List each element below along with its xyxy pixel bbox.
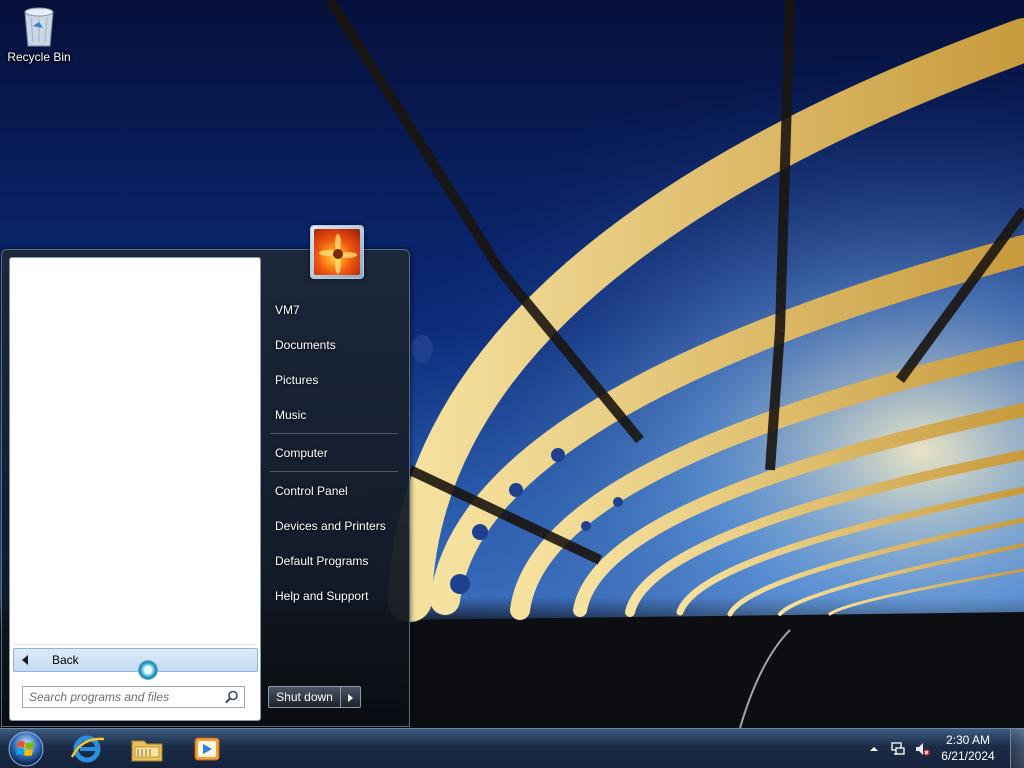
taskbar: 2:30 AM 6/21/2024 <box>0 728 1024 768</box>
start-item-control-panel[interactable]: Control Panel <box>272 479 402 503</box>
folder-library-icon <box>131 740 163 762</box>
right-pane-divider <box>270 471 398 472</box>
recycle-bin-icon <box>24 7 54 47</box>
busy-cursor-icon <box>138 660 158 680</box>
start-item-documents[interactable]: Documents <box>272 333 402 357</box>
start-item-help-support[interactable]: Help and Support <box>272 584 402 608</box>
shutdown-options-button[interactable] <box>341 686 361 708</box>
start-menu: Back VM7 Documents Pictures <box>1 225 410 727</box>
search-box[interactable] <box>22 686 245 708</box>
show-desktop-button[interactable] <box>1010 729 1024 768</box>
taskbar-media-player[interactable] <box>180 731 234 767</box>
network-icon[interactable] <box>890 741 906 757</box>
back-button[interactable]: Back <box>13 648 258 672</box>
back-label: Back <box>52 653 79 667</box>
clock-time: 2:30 AM <box>945 733 991 747</box>
start-item-devices-printers[interactable]: Devices and Printers <box>272 514 402 538</box>
right-pane-divider <box>270 433 398 434</box>
system-clock[interactable]: 2:30 AM 6/21/2024 <box>932 732 1004 764</box>
shutdown-button[interactable]: Shut down <box>268 686 341 708</box>
clock-date: 6/21/2024 <box>941 749 995 763</box>
taskbar-windows-explorer[interactable] <box>120 731 174 767</box>
programs-pane: Back <box>9 257 261 721</box>
start-item-default-programs[interactable]: Default Programs <box>272 549 402 573</box>
taskbar-internet-explorer[interactable] <box>60 731 114 767</box>
programs-divider <box>14 644 256 645</box>
chevron-right-icon <box>348 694 353 702</box>
start-item-computer[interactable]: Computer <box>272 441 402 465</box>
search-input[interactable] <box>29 688 225 706</box>
start-item-pictures[interactable]: Pictures <box>272 368 402 392</box>
internet-explorer-icon <box>70 735 105 763</box>
show-hidden-icons-chevron-up-icon[interactable] <box>866 741 882 757</box>
user-picture-flower-icon <box>314 229 360 275</box>
user-account-picture[interactable] <box>310 225 364 279</box>
volume-muted-icon[interactable] <box>914 741 930 757</box>
start-item-music[interactable]: Music <box>272 403 402 427</box>
all-programs-list[interactable] <box>10 258 260 644</box>
search-icon[interactable] <box>225 690 239 704</box>
back-arrow-icon <box>22 655 28 665</box>
media-player-icon <box>194 737 220 761</box>
start-item-user-folder[interactable]: VM7 <box>272 298 402 322</box>
start-button[interactable] <box>6 731 46 767</box>
recycle-bin-label: Recycle Bin <box>7 50 71 64</box>
recycle-bin-desktop-icon[interactable]: Recycle Bin <box>4 4 74 76</box>
